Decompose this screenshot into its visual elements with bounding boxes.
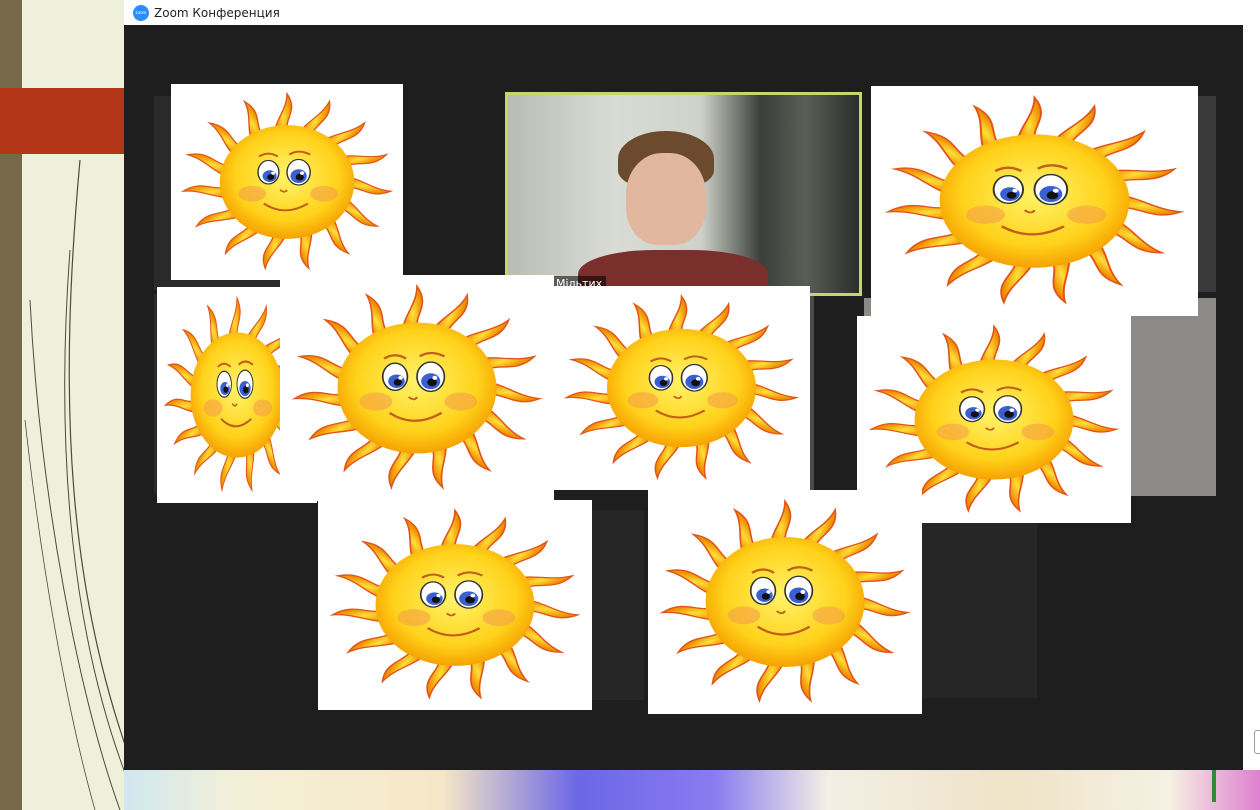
- sun-sticker: [553, 286, 810, 490]
- window-title: Zoom Конференция: [154, 5, 280, 20]
- sun-sticker: [871, 86, 1198, 316]
- window-right-edge: [1243, 25, 1260, 770]
- zoom-logo-icon: zoom: [133, 4, 149, 21]
- sun-sticker: [648, 490, 922, 714]
- active-speaker-video[interactable]: Мільтих: [505, 92, 862, 296]
- sun-sticker: [171, 84, 403, 280]
- slide-green-bar: [1212, 770, 1216, 802]
- slide-decor-lines: [24, 159, 130, 810]
- speaker-face: [626, 153, 706, 245]
- resize-handle[interactable]: [1254, 730, 1260, 754]
- window-titlebar[interactable]: zoom Zoom Конференция: [124, 0, 1260, 25]
- slide-bottom-band: [124, 770, 1260, 810]
- sun-sticker: [280, 275, 554, 501]
- sun-sticker: [318, 500, 592, 710]
